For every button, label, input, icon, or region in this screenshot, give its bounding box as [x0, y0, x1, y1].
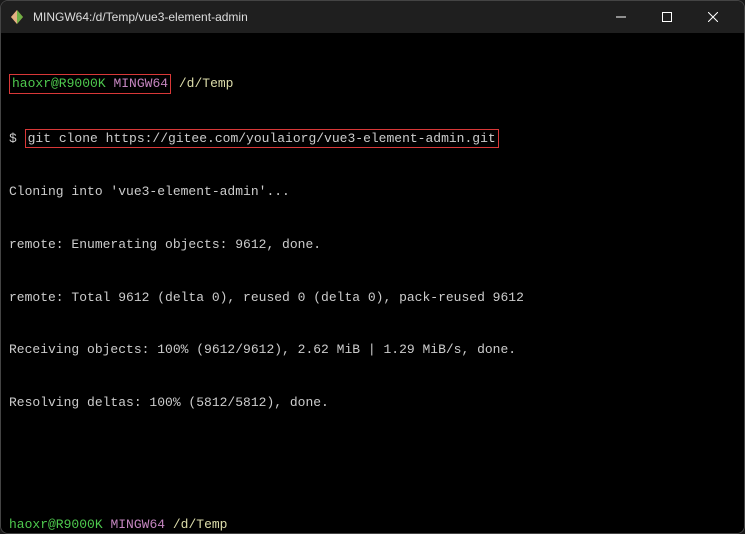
titlebar[interactable]: MINGW64:/d/Temp/vue3-element-admin	[1, 1, 744, 33]
output-line: Receiving objects: 100% (9612/9612), 2.6…	[9, 341, 736, 359]
command-text: git clone https://gitee.com/youlaiorg/vu…	[28, 131, 496, 146]
output-line: Cloning into 'vue3-element-admin'...	[9, 183, 736, 201]
window-title: MINGW64:/d/Temp/vue3-element-admin	[33, 10, 598, 24]
window-controls	[598, 1, 736, 33]
command-line: $ git clone https://gitee.com/youlaiorg/…	[9, 129, 736, 149]
terminal-body[interactable]: haoxr@R9000K MINGW64 /d/Temp $ git clone…	[1, 33, 744, 533]
blank-line	[9, 447, 736, 464]
output-line: Resolving deltas: 100% (5812/5812), done…	[9, 394, 736, 412]
prompt-line: haoxr@R9000K MINGW64 /d/Temp	[9, 516, 736, 533]
minimize-button[interactable]	[598, 1, 644, 33]
prompt-host: MINGW64	[113, 76, 168, 91]
close-button[interactable]	[690, 1, 736, 33]
prompt-path: /d/Temp	[173, 517, 228, 532]
app-icon	[9, 9, 25, 25]
prompt-path: /d/Temp	[179, 76, 234, 91]
dollar-sign: $	[9, 131, 25, 146]
output-line: remote: Enumerating objects: 9612, done.	[9, 236, 736, 254]
prompt-user: haoxr@R9000K	[12, 76, 106, 91]
prompt-host: MINGW64	[110, 517, 165, 532]
output-line: remote: Total 9612 (delta 0), reused 0 (…	[9, 289, 736, 307]
prompt-user: haoxr@R9000K	[9, 517, 103, 532]
prompt-line: haoxr@R9000K MINGW64 /d/Temp	[9, 74, 736, 94]
maximize-button[interactable]	[644, 1, 690, 33]
terminal-window: MINGW64:/d/Temp/vue3-element-admin haoxr…	[0, 0, 745, 534]
